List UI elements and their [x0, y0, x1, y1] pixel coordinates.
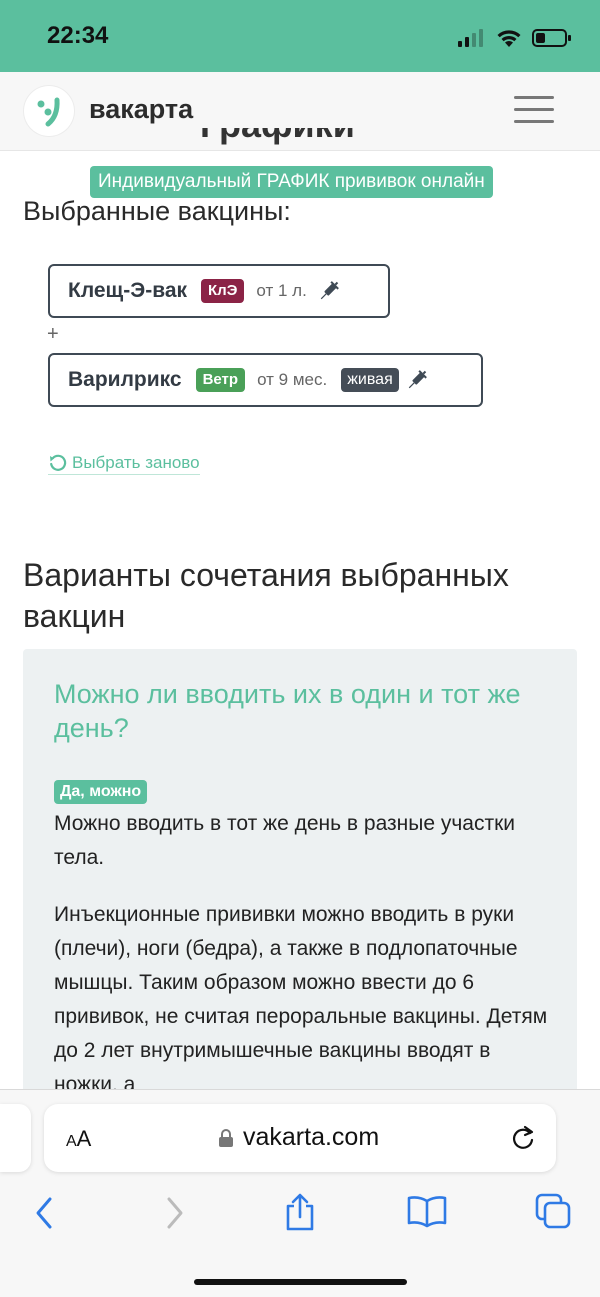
selected-vaccines-title: Выбранные вакцины: — [23, 196, 291, 226]
text-size-button[interactable]: AA — [66, 1126, 91, 1152]
share-icon[interactable] — [284, 1192, 316, 1232]
vaccine-age: от 9 мес. — [257, 370, 328, 389]
vaccine-card[interactable]: Клещ-Э-вак КлЭ от 1 л. — [48, 264, 390, 318]
url-text[interactable]: vakarta.com — [243, 1123, 379, 1152]
status-icons — [458, 26, 572, 50]
live-vaccine-badge: живая — [341, 368, 399, 392]
bookmarks-icon[interactable] — [406, 1194, 448, 1228]
status-time: 22:34 — [47, 22, 109, 49]
answer-badge: Да, можно — [54, 780, 148, 804]
forward-icon[interactable] — [165, 1196, 185, 1230]
tabs-icon[interactable] — [535, 1193, 573, 1231]
question-heading: Можно ли вводить их в один и тот же день… — [54, 679, 521, 743]
hamburger-menu-icon[interactable] — [514, 96, 554, 126]
wifi-icon — [497, 30, 521, 47]
vakarta-logo-icon[interactable] — [24, 86, 74, 136]
signal-icon — [458, 29, 483, 47]
vaccine-name: Варилрикс — [68, 368, 182, 391]
vaccine-name: Клещ-Э-вак — [68, 279, 188, 302]
site-name[interactable]: вакарта — [89, 94, 193, 125]
home-indicator[interactable] — [194, 1279, 407, 1285]
syringe-icon — [320, 281, 339, 300]
reset-selection-link[interactable]: Выбрать заново — [48, 453, 200, 475]
reload-icon[interactable] — [510, 1124, 536, 1152]
plus-separator: + — [47, 323, 59, 345]
status-bar: 22:34 — [0, 0, 600, 72]
back-icon[interactable] — [34, 1196, 54, 1230]
variants-title: Варианты сочетания выбранных вакцин — [23, 557, 509, 634]
previous-tab[interactable] — [0, 1104, 31, 1172]
lock-icon — [219, 1129, 233, 1147]
vaccine-card[interactable]: Варилрикс Ветр от 9 мес. живая — [48, 353, 483, 407]
answer-text: Можно вводить в тот же день в разные уча… — [54, 812, 516, 869]
vaccine-age: от 1 л. — [256, 281, 307, 300]
tooltip: Индивидуальный ГРАФИК прививок онлайн — [90, 166, 493, 198]
reset-label: Выбрать заново — [72, 453, 200, 472]
browser-toolbar: AA vakarta.com — [0, 1090, 600, 1297]
disease-badge: КлЭ — [201, 279, 245, 303]
disease-badge: Ветр — [195, 368, 246, 392]
compatibility-panel: Можно ли вводить их в один и тот же день… — [23, 649, 577, 1119]
details-text: Инъекционные прививки можно вводить в ру… — [54, 903, 548, 1096]
syringe-icon — [408, 370, 427, 389]
partial-heading: Графики — [200, 128, 410, 150]
undo-icon — [50, 454, 67, 471]
address-bar[interactable]: AA vakarta.com — [44, 1104, 556, 1172]
battery-icon — [532, 29, 571, 47]
